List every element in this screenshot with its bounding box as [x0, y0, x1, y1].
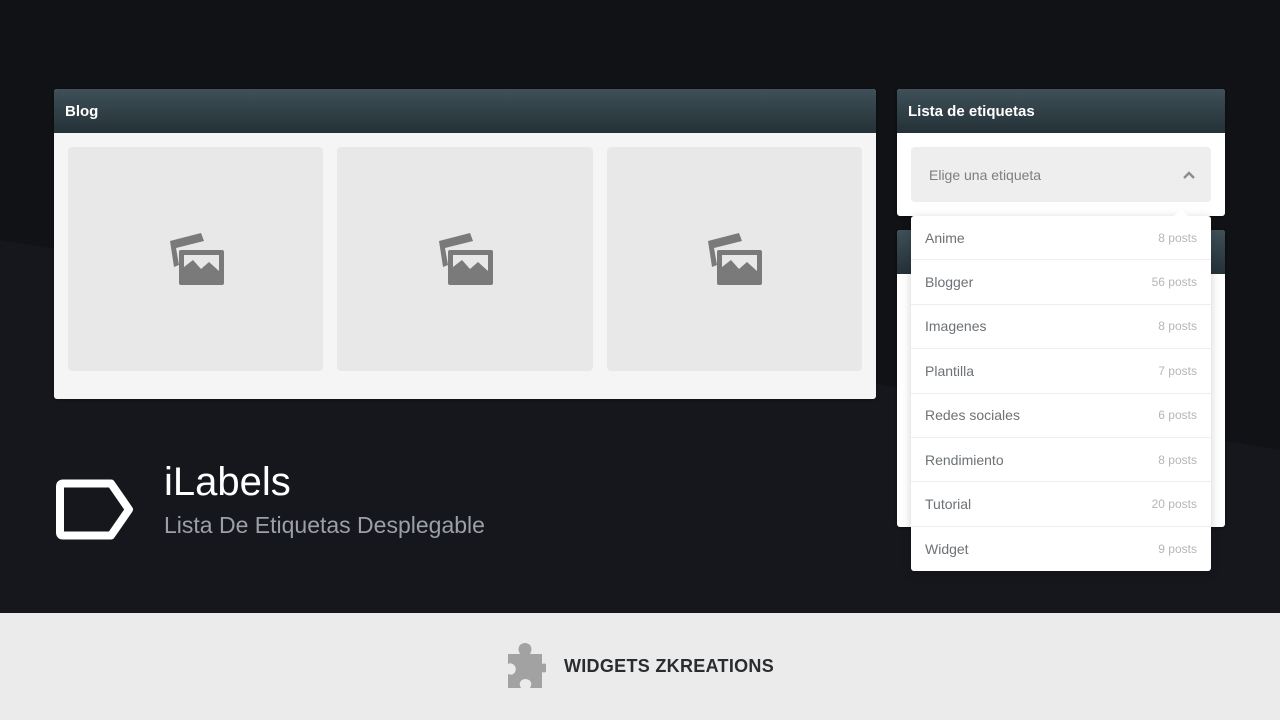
label-select[interactable]: Elige una etiqueta [911, 147, 1211, 202]
option-count: 20 posts [1151, 497, 1197, 512]
dropdown-option[interactable]: Imagenes 8 posts [911, 305, 1211, 350]
dropdown-option[interactable]: Plantilla 7 posts [911, 349, 1211, 394]
option-name: Tutorial [925, 496, 972, 513]
option-count: 6 posts [1158, 408, 1197, 423]
option-name: Redes sociales [925, 407, 1020, 424]
post-thumbnail[interactable] [337, 147, 593, 371]
labels-panel: Lista de etiquetas Elige una etiqueta [897, 89, 1225, 216]
option-name: Blogger [925, 274, 974, 291]
option-count: 8 posts [1158, 230, 1197, 245]
option-name: Anime [925, 229, 965, 246]
option-count: 7 posts [1158, 363, 1197, 378]
footer-brand: WIDGETS ZKREATIONS [563, 656, 775, 676]
labels-panel-header: Lista de etiquetas [897, 89, 1225, 133]
dropdown-option[interactable]: Widget 9 posts [911, 527, 1211, 571]
hero-section: iLabels Lista De Etiquetas Desplegable [55, 460, 485, 547]
tag-icon [56, 479, 133, 540]
blog-panel-header: Blog [54, 89, 876, 133]
dropdown-option[interactable]: Tutorial 20 posts [911, 482, 1211, 527]
image-placeholder-icon [438, 233, 493, 285]
post-thumbnail[interactable] [606, 147, 862, 371]
option-count: 56 posts [1151, 275, 1197, 290]
chevron-up-icon [1183, 170, 1195, 179]
option-count: 8 posts [1158, 452, 1197, 467]
puzzle-icon [507, 642, 546, 688]
image-placeholder-icon [169, 233, 224, 285]
option-name: Plantilla [925, 362, 975, 379]
option-name: Imagenes [925, 318, 987, 335]
post-thumbnail[interactable] [68, 147, 324, 371]
option-count: 9 posts [1158, 541, 1197, 556]
footer: WIDGETS ZKREATIONS [0, 613, 1280, 720]
dropdown-option[interactable]: Blogger 56 posts [911, 260, 1211, 305]
thumbnail-grid [54, 133, 876, 385]
label-select-placeholder: Elige una etiqueta [929, 166, 1042, 183]
label-dropdown: Anime 8 posts Blogger 56 posts Imagenes … [911, 208, 1211, 572]
labels-panel-title: Lista de etiquetas [908, 102, 1035, 120]
dropdown-option[interactable]: Anime 8 posts [911, 216, 1211, 261]
image-placeholder-icon [708, 233, 763, 285]
option-name: Widget [925, 540, 969, 557]
blog-panel: Blog [54, 89, 876, 399]
option-name: Rendimiento [925, 451, 1004, 468]
option-count: 8 posts [1158, 319, 1197, 334]
dropdown-option[interactable]: Rendimiento 8 posts [911, 438, 1211, 483]
blog-panel-title: Blog [65, 102, 99, 120]
dropdown-option[interactable]: Redes sociales 6 posts [911, 394, 1211, 438]
hero-title: iLabels [164, 460, 291, 504]
hero-subtitle: Lista De Etiquetas Desplegable [164, 512, 485, 538]
